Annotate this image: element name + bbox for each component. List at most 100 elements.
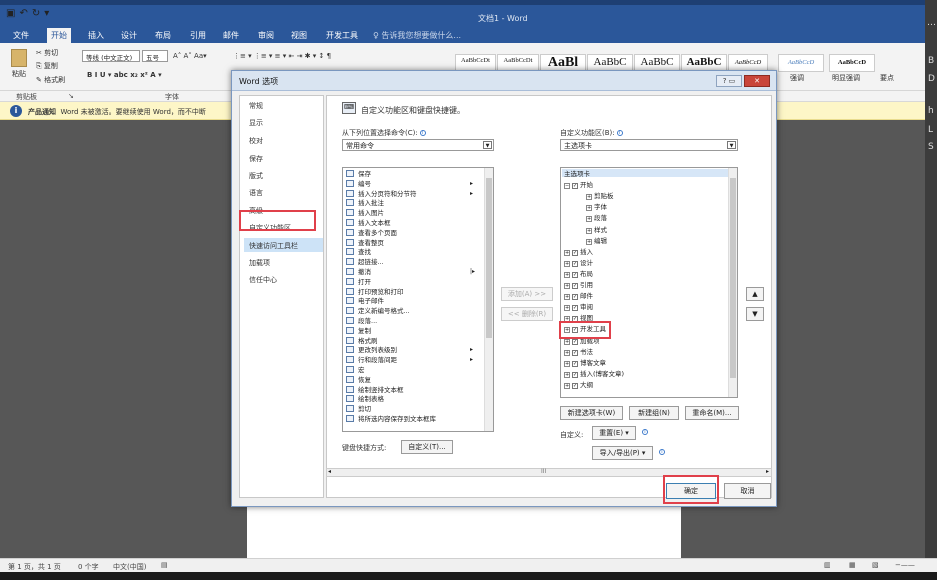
tab-view[interactable]: 视图 bbox=[291, 30, 307, 41]
format-painter-button[interactable]: ✎ 格式刷 bbox=[36, 75, 65, 85]
ribbon-tree-item[interactable]: + 样式 bbox=[586, 226, 607, 234]
tab-developer[interactable]: 开发工具 bbox=[326, 30, 358, 41]
command-item[interactable]: 复制 bbox=[346, 326, 371, 335]
new-tab-button[interactable]: 新建选项卡(W) bbox=[560, 406, 623, 420]
nav-item-trust-center[interactable]: 信任中心 bbox=[249, 275, 277, 285]
ribbon-tree-item[interactable]: + 剪贴板 bbox=[586, 192, 614, 201]
command-item[interactable]: 插入文本框 bbox=[346, 219, 391, 227]
tab-file[interactable]: 文件 bbox=[13, 30, 29, 41]
expand-icon[interactable]: + bbox=[586, 216, 592, 223]
command-item[interactable]: 查找 bbox=[346, 248, 371, 256]
tab-insert[interactable]: 插入 bbox=[88, 30, 104, 41]
add-button[interactable]: 添加(A) >> bbox=[501, 287, 553, 301]
expand-icon[interactable]: + bbox=[564, 382, 570, 389]
expand-icon[interactable]: + bbox=[564, 249, 570, 256]
command-item[interactable]: 段落... bbox=[346, 317, 377, 325]
command-item[interactable]: 恢复 bbox=[346, 375, 371, 384]
expand-icon[interactable]: + bbox=[564, 360, 570, 367]
command-item[interactable]: 查看多个页面 bbox=[346, 228, 397, 237]
read-mode-icon[interactable]: ▥ bbox=[824, 561, 831, 569]
checkbox[interactable]: ✓ bbox=[572, 382, 578, 389]
ribbon-tree[interactable]: 主选项卡 − ✓ 开始 + 剪贴板 + 字体 + 段落 + 样式 + 编辑 + ✓ 插入 + ✓ 设计 + ✓ 布局 + ✓ 引用… bbox=[560, 167, 738, 398]
ribbon-tree-item[interactable]: + ✓ 插入 bbox=[564, 248, 593, 256]
expand-icon[interactable]: + bbox=[564, 294, 570, 301]
cancel-button[interactable]: 取消 bbox=[724, 483, 771, 499]
nav-item-save[interactable]: 保存 bbox=[249, 154, 263, 164]
command-item[interactable]: 插入批注 bbox=[346, 199, 384, 207]
command-item[interactable]: 电子邮件 bbox=[346, 297, 384, 305]
zoom-slider[interactable]: −—— bbox=[895, 561, 915, 569]
command-item[interactable]: 行和段落间距 ▸ bbox=[346, 356, 473, 364]
command-item[interactable]: 保存 bbox=[346, 170, 371, 178]
nav-item-add-ins[interactable]: 加载项 bbox=[249, 258, 270, 268]
expand-icon[interactable]: + bbox=[564, 349, 570, 356]
cut-button[interactable]: ✂ 剪切 bbox=[36, 48, 58, 58]
ribbon-tree-item[interactable]: + 编辑 bbox=[586, 237, 607, 245]
expand-icon[interactable]: + bbox=[564, 371, 570, 378]
customize-shortcuts-button[interactable]: 自定义(T)... bbox=[401, 440, 453, 454]
font-format-buttons[interactable]: B I U ▾ abc x₂ x² A ▾ bbox=[87, 71, 162, 79]
expand-icon[interactable]: + bbox=[586, 227, 592, 234]
tell-me-box[interactable]: ♀ 告诉我您想要做什么... bbox=[373, 30, 461, 41]
tab-design[interactable]: 设计 bbox=[121, 30, 137, 41]
nav-item-language[interactable]: 语言 bbox=[249, 188, 263, 198]
checkbox[interactable]: ✓ bbox=[572, 360, 578, 367]
checkbox[interactable]: ✓ bbox=[572, 305, 578, 312]
command-item[interactable]: 插入分页符和分节符 ▸ bbox=[346, 189, 473, 198]
expand-icon[interactable]: + bbox=[564, 271, 570, 278]
scroll-right-icon[interactable]: ▸ bbox=[766, 468, 769, 475]
command-item[interactable]: 将所选内容保存到文本框库 bbox=[346, 415, 436, 423]
expand-icon[interactable]: + bbox=[586, 205, 592, 212]
command-item[interactable]: 更改列表级别 ▸ bbox=[346, 346, 473, 354]
command-item[interactable]: 绘制竖排文本框 bbox=[346, 385, 404, 394]
undo-icon[interactable]: ↶ bbox=[19, 8, 31, 19]
expand-icon[interactable]: + bbox=[586, 238, 592, 245]
command-item[interactable]: 定义新编号格式... bbox=[346, 307, 410, 315]
nav-item-display[interactable]: 显示 bbox=[249, 118, 263, 128]
style-gallery-item[interactable]: AaBbCcD bbox=[778, 54, 824, 72]
close-button[interactable]: ✕ bbox=[744, 75, 770, 87]
font-size-buttons[interactable]: A˄ A˅ Aa▾ bbox=[173, 52, 207, 60]
import-export-button[interactable]: 导入/导出(P) ▾ bbox=[592, 446, 653, 460]
ribbon-tree-item[interactable]: − ✓ 开始 bbox=[564, 181, 593, 190]
commands-scrollbar[interactable] bbox=[484, 168, 493, 431]
tab-mailings[interactable]: 邮件 bbox=[223, 30, 239, 41]
paste-icon[interactable] bbox=[11, 49, 27, 67]
tab-layout[interactable]: 布局 bbox=[155, 30, 171, 41]
checkbox[interactable]: ✓ bbox=[572, 283, 578, 289]
expand-icon[interactable]: + bbox=[586, 194, 592, 201]
style-gallery-item[interactable]: AaBbCcD bbox=[829, 54, 875, 72]
move-up-button[interactable]: ▲ bbox=[746, 287, 764, 301]
copy-button[interactable]: ⎘ 复制 bbox=[36, 61, 58, 71]
paste-label[interactable]: 粘贴 bbox=[12, 69, 26, 79]
nav-item-typography[interactable]: 版式 bbox=[249, 171, 263, 181]
command-item[interactable]: 插入图片 bbox=[346, 209, 384, 217]
ribbon-tree-item[interactable]: + ✓ 引用 bbox=[564, 281, 593, 289]
collapse-icon[interactable]: − bbox=[564, 183, 570, 190]
command-item[interactable]: 查看整页 bbox=[346, 238, 384, 247]
checkbox[interactable]: ✓ bbox=[572, 349, 578, 356]
ribbon-tree-item[interactable]: + ✓ 布局 bbox=[564, 270, 593, 278]
ribbon-tree-item[interactable]: + 字体 bbox=[586, 203, 607, 212]
tab-review[interactable]: 审阅 bbox=[258, 30, 274, 41]
group-launcher-icon[interactable]: ↘ bbox=[68, 92, 74, 100]
expand-icon[interactable]: + bbox=[564, 338, 570, 345]
save-icon[interactable]: ▣ bbox=[6, 8, 19, 19]
redo-icon[interactable]: ↻ bbox=[32, 8, 44, 19]
command-item[interactable]: 打开 bbox=[346, 277, 371, 286]
rename-button[interactable]: 重命名(M)... bbox=[685, 406, 739, 420]
ribbon-tree-item[interactable]: + ✓ 书法 bbox=[564, 348, 593, 356]
ribbon-tabs-select[interactable]: 主选项卡 ▼ bbox=[560, 139, 738, 151]
remove-button[interactable]: << 删除(R) bbox=[501, 307, 553, 321]
macro-record-icon[interactable]: ▤ bbox=[161, 561, 168, 569]
language-status[interactable]: 中文(中国) bbox=[113, 562, 146, 572]
ribbon-tree-item[interactable]: 主选项卡 bbox=[564, 170, 590, 178]
checkbox[interactable]: ✓ bbox=[572, 260, 578, 267]
expand-icon[interactable]: + bbox=[564, 283, 570, 289]
checkbox[interactable]: ✓ bbox=[572, 294, 578, 301]
qat-more-icon[interactable]: ▾ bbox=[44, 8, 53, 19]
commands-list[interactable]: 保存 编号 ▸ 插入分页符和分节符 ▸ 插入批注 插入图片 插入文本框 查看多个页面 查看整页 查找… bbox=[342, 167, 494, 432]
page-count[interactable]: 第 1 页，共 1 页 bbox=[8, 562, 61, 572]
move-down-button[interactable]: ▼ bbox=[746, 307, 764, 321]
ribbon-tree-item[interactable]: + ✓ 博客文章 bbox=[564, 359, 606, 367]
